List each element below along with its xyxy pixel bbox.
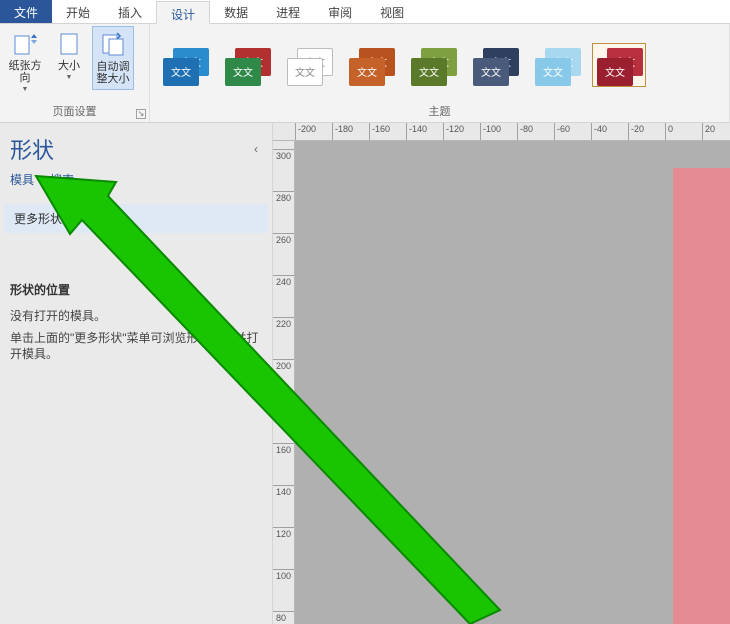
page[interactable] [673, 168, 730, 624]
chevron-down-icon: ▼ [22, 86, 29, 93]
theme-thumb[interactable]: 文文文文 [282, 43, 336, 87]
tab-process[interactable]: 进程 [262, 0, 314, 23]
group-page-setup: 纸张方向 ▼ 大小 ▼ 自动调整大小 页面设置 ↘ [0, 24, 150, 122]
dialog-launcher-icon[interactable]: ↘ [136, 109, 146, 119]
shapes-pane-title: 形状 [10, 133, 54, 165]
tab-insert[interactable]: 插入 [104, 0, 156, 23]
tab-view[interactable]: 视图 [366, 0, 418, 23]
no-stencil-text: 没有打开的模具。 [10, 308, 262, 324]
size-icon [55, 30, 83, 58]
more-shapes-button[interactable]: 更多形状 [4, 204, 268, 233]
drawing-canvas[interactable]: -200-180-160-140-120-100-80-60-40-200204… [273, 123, 730, 624]
themes-gallery[interactable]: 文文文文文文文文文文文文文文文文文文文文文文文文文文文文文文文文 [150, 24, 729, 101]
group-label-themes: 主题 [150, 101, 729, 122]
theme-thumb[interactable]: 文文文文 [158, 43, 212, 87]
theme-thumb[interactable]: 文文文文 [592, 43, 646, 87]
stencil-hint-text: 单击上面的"更多形状"菜单可浏览形状类别并打开模具。 [10, 330, 262, 362]
theme-thumb[interactable]: 文文文文 [220, 43, 274, 87]
theme-thumb[interactable]: 文文文文 [530, 43, 584, 87]
orientation-icon [11, 30, 39, 58]
shapes-pane: 形状 ‹ 模具 搜索 更多形状 形状的位置 没有打开的模具。 单击上面的"更多形… [0, 123, 273, 624]
autosize-button[interactable]: 自动调整大小 [92, 26, 134, 90]
vertical-ruler: 30028026024022020018016014012010080 [273, 141, 295, 624]
collapse-pane-icon[interactable]: ‹ [250, 138, 262, 160]
tab-home[interactable]: 开始 [52, 0, 104, 23]
tab-file[interactable]: 文件 [0, 0, 52, 23]
stencil-tab[interactable]: 模具 [10, 171, 34, 188]
tab-review[interactable]: 审阅 [314, 0, 366, 23]
size-button[interactable]: 大小 ▼ [48, 26, 90, 85]
autosize-icon [99, 31, 127, 59]
tab-data[interactable]: 数据 [210, 0, 262, 23]
group-themes: 文文文文文文文文文文文文文文文文文文文文文文文文文文文文文文文文 主题 [150, 24, 730, 122]
ribbon: 纸张方向 ▼ 大小 ▼ 自动调整大小 页面设置 ↘ 文文文文文文文文文文文 [0, 24, 730, 123]
orientation-button[interactable]: 纸张方向 ▼ [4, 26, 46, 97]
theme-thumb[interactable]: 文文文文 [468, 43, 522, 87]
horizontal-ruler: -200-180-160-140-120-100-80-60-40-200204… [273, 123, 730, 141]
search-tab[interactable]: 搜索 [50, 171, 74, 188]
group-label-page-setup: 页面设置 ↘ [0, 101, 149, 122]
ribbon-tabs: 文件 开始 插入 设计 数据 进程 审阅 视图 [0, 0, 730, 24]
shapes-pane-body: 形状的位置 没有打开的模具。 单击上面的"更多形状"菜单可浏览形状类别并打开模具… [0, 243, 272, 378]
shapes-location-heading: 形状的位置 [10, 281, 262, 298]
chevron-down-icon: ▼ [66, 74, 73, 81]
theme-thumb[interactable]: 文文文文 [406, 43, 460, 87]
workarea: 形状 ‹ 模具 搜索 更多形状 形状的位置 没有打开的模具。 单击上面的"更多形… [0, 123, 730, 624]
tab-design[interactable]: 设计 [156, 1, 210, 24]
theme-thumb[interactable]: 文文文文 [344, 43, 398, 87]
